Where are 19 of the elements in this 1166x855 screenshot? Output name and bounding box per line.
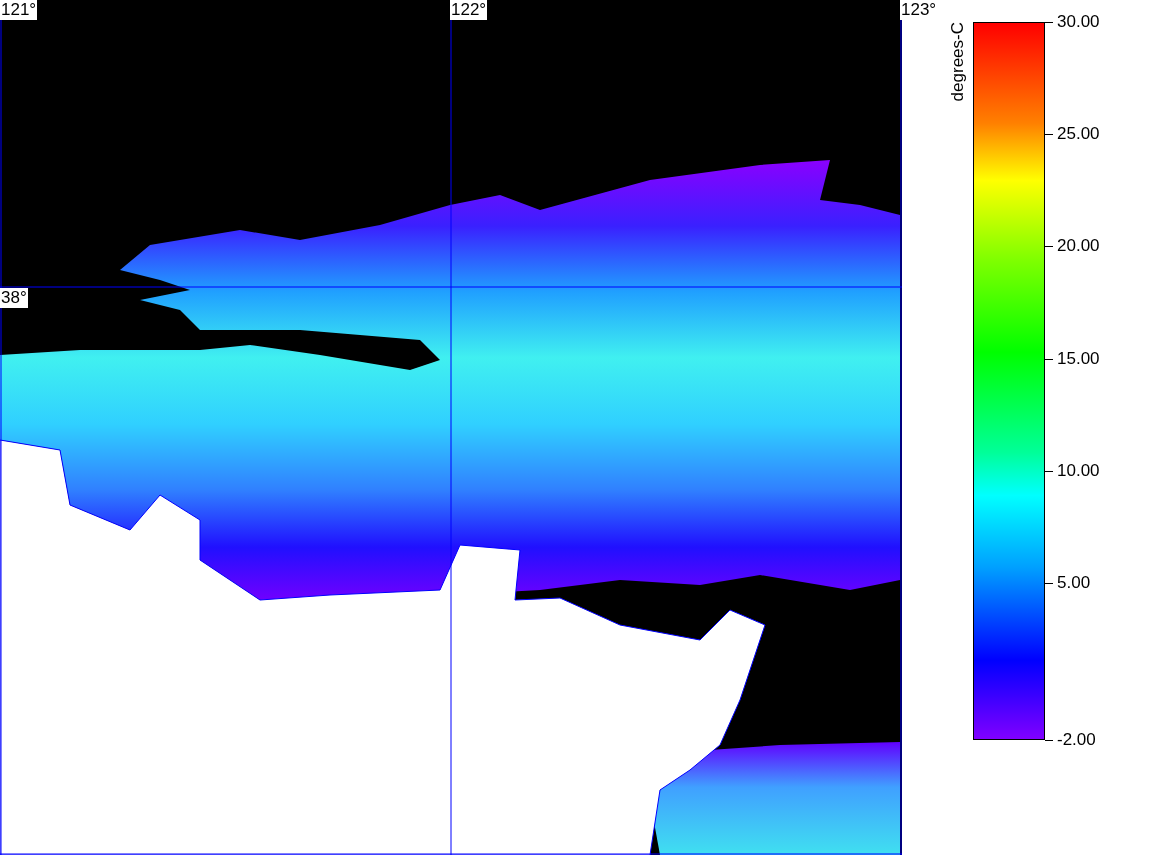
longitude-label: 122° bbox=[450, 0, 488, 20]
colorbar-tick bbox=[1045, 470, 1053, 472]
colorbar-tick bbox=[1045, 22, 1053, 23]
colorbar-tick-label: 20.00 bbox=[1057, 236, 1100, 257]
colorbar-tick-label: 30.00 bbox=[1057, 12, 1100, 32]
longitude-label: 121° bbox=[0, 0, 38, 20]
longitude-label: 123° bbox=[900, 0, 938, 20]
colorbar-tick bbox=[1045, 134, 1053, 136]
colorbar-tick-label: 10.00 bbox=[1057, 460, 1100, 481]
colorbar-unit-label: degrees-C bbox=[948, 22, 968, 102]
colorbar-tick bbox=[1045, 582, 1053, 584]
colorbar-tick-label: 15.00 bbox=[1057, 348, 1100, 369]
colorbar-tick bbox=[1045, 246, 1053, 248]
colorbar-tick-label: 25.00 bbox=[1057, 124, 1100, 145]
colorbar-tick bbox=[1045, 740, 1053, 741]
colorbar-tick bbox=[1045, 358, 1053, 360]
latitude-label: 38° bbox=[0, 288, 28, 308]
colorbar-tick-label: 5.00 bbox=[1057, 572, 1091, 593]
colorbar-tick-label: -2.00 bbox=[1057, 730, 1096, 750]
